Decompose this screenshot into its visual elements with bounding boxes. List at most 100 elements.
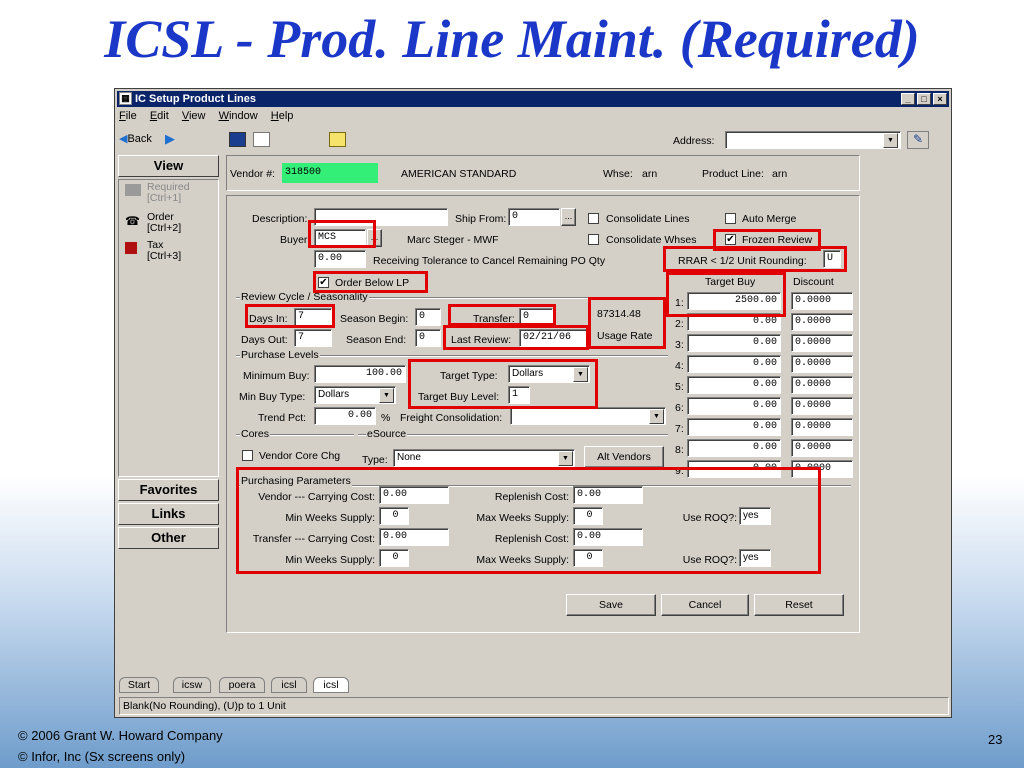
transfer-label: Transfer:	[473, 313, 515, 325]
order-below-lp-checkbox[interactable]: ✔	[318, 277, 329, 288]
target-buy-input[interactable]: 2500.00	[687, 292, 781, 310]
target-buy-input[interactable]: 0.00	[687, 313, 781, 331]
freight-select[interactable]	[510, 407, 666, 425]
tab-poera[interactable]: poera	[219, 677, 265, 693]
address-dropdown-icon[interactable]: ▼	[883, 133, 898, 148]
tab-icsl-2[interactable]: icsl	[313, 677, 349, 693]
shipfrom-input[interactable]: 0	[508, 208, 560, 226]
menu-window[interactable]: Window	[219, 110, 258, 122]
rrar-input[interactable]: U	[823, 250, 841, 268]
buyer-lookup-button[interactable]: ...	[367, 229, 382, 247]
minimize-button[interactable]: _	[901, 93, 915, 105]
close-button[interactable]: ×	[933, 93, 947, 105]
pin-icon[interactable]: ✎	[907, 131, 929, 149]
target-discount-input[interactable]: 0.0000	[791, 439, 853, 457]
tolerance-input[interactable]: 0.00	[314, 250, 366, 268]
target-discount-input[interactable]: 0.0000	[791, 292, 853, 310]
target-discount-input[interactable]: 0.0000	[791, 334, 853, 352]
shipfrom-lookup-button[interactable]: ...	[561, 208, 576, 226]
transfer-replenish-input[interactable]: 0.00	[573, 528, 643, 546]
target-row-label: 3:	[675, 339, 684, 351]
view-button[interactable]: View	[118, 155, 219, 177]
transfer-min-weeks-label: Min Weeks Supply:	[285, 554, 375, 566]
target-discount-input[interactable]: 0.0000	[791, 460, 853, 478]
edit-doc-icon[interactable]	[253, 132, 270, 147]
season-end-input[interactable]: 0	[415, 329, 441, 347]
vendor-use-roq-input[interactable]: yes	[739, 507, 771, 525]
frozen-review-checkbox[interactable]: ✔	[725, 234, 736, 245]
last-review-input[interactable]: 02/21/06	[519, 329, 587, 347]
season-begin-input[interactable]: 0	[415, 308, 441, 326]
links-button[interactable]: Links	[118, 503, 219, 525]
menu-edit[interactable]: Edit	[150, 110, 169, 122]
description-input[interactable]	[314, 208, 448, 226]
forward-arrow-icon[interactable]: ▶	[165, 131, 175, 147]
vendor-core-checkbox[interactable]	[242, 450, 253, 461]
address-label: Address:	[673, 135, 715, 147]
description-label: Description:	[252, 213, 308, 225]
target-discount-input[interactable]: 0.0000	[791, 397, 853, 415]
target-buy-input[interactable]: 0.00	[687, 355, 781, 373]
vendor-number-field[interactable]: 318500	[282, 163, 378, 183]
target-buy-input[interactable]: 0.00	[687, 439, 781, 457]
target-buy-input[interactable]: 0.00	[687, 397, 781, 415]
min-buy-input[interactable]: 100.00	[314, 365, 406, 383]
buyer-input[interactable]: MCS	[314, 229, 366, 247]
vendor-min-weeks-input[interactable]: 0	[379, 507, 409, 525]
page-number: 23	[988, 732, 1003, 747]
menu-file[interactable]: File	[119, 110, 137, 122]
consolidate-whses-checkbox[interactable]	[588, 234, 599, 245]
target-buy-input[interactable]: 0.00	[687, 334, 781, 352]
freight-dropdown-icon[interactable]: ▼	[649, 409, 664, 424]
vendor-max-weeks-input[interactable]: 0	[573, 507, 603, 525]
target-row-label: 8:	[675, 444, 684, 456]
transfer-use-roq-input[interactable]: yes	[739, 549, 771, 567]
target-discount-input[interactable]: 0.0000	[791, 376, 853, 394]
save-button[interactable]: Save	[566, 594, 656, 616]
note-icon[interactable]	[329, 132, 346, 147]
favorites-button[interactable]: Favorites	[118, 479, 219, 501]
target-discount-input[interactable]: 0.0000	[791, 313, 853, 331]
transfer-max-weeks-input[interactable]: 0	[573, 549, 603, 567]
target-discount-input[interactable]: 0.0000	[791, 418, 853, 436]
tab-start[interactable]: Start	[119, 677, 159, 693]
esource-type-dropdown-icon[interactable]: ▼	[558, 451, 573, 466]
target-row-label: 1:	[675, 297, 684, 309]
target-type-dropdown-icon[interactable]: ▼	[573, 367, 588, 382]
target-buy-input[interactable]: 0.00	[687, 418, 781, 436]
target-buy-input[interactable]: 0.00	[687, 460, 781, 478]
vendor-carrying-input[interactable]: 0.00	[379, 486, 449, 504]
alt-vendors-button[interactable]: Alt Vendors	[584, 446, 664, 468]
transfer-input[interactable]: 0	[519, 308, 553, 326]
min-buy-type-dropdown-icon[interactable]: ▼	[379, 388, 394, 403]
transfer-carrying-input[interactable]: 0.00	[379, 528, 449, 546]
target-buy-level-input[interactable]: 1	[508, 386, 530, 404]
days-in-input[interactable]: 7	[294, 308, 332, 326]
maximize-button[interactable]: □	[917, 93, 931, 105]
trend-pct-label: Trend Pct:	[258, 412, 307, 424]
tab-icsl-1[interactable]: icsl	[271, 677, 307, 693]
home-icon[interactable]	[229, 132, 246, 147]
trend-pct-input[interactable]: 0.00	[314, 407, 376, 425]
days-out-input[interactable]: 7	[294, 329, 332, 347]
address-input[interactable]	[725, 131, 901, 149]
tab-icsw[interactable]: icsw	[173, 677, 211, 693]
other-button[interactable]: Other	[118, 527, 219, 549]
reset-button[interactable]: Reset	[754, 594, 844, 616]
menu-help[interactable]: Help	[271, 110, 294, 122]
vendor-replenish-input[interactable]: 0.00	[573, 486, 643, 504]
auto-merge-checkbox[interactable]	[725, 213, 736, 224]
consolidate-lines-checkbox[interactable]	[588, 213, 599, 224]
transfer-min-weeks-input[interactable]: 0	[379, 549, 409, 567]
copyright-2: © Infor, Inc (Sx screens only)	[18, 749, 186, 764]
esource-type-select[interactable]: None	[393, 449, 575, 467]
back-button[interactable]: ◀Back	[119, 132, 152, 145]
sidebar-item-tax[interactable]: Tax [Ctrl+3]	[147, 240, 181, 262]
sidebar-item-required[interactable]: Required [Ctrl+1]	[147, 182, 190, 204]
target-discount-input[interactable]: 0.0000	[791, 355, 853, 373]
menu-view[interactable]: View	[182, 110, 206, 122]
target-row-label: 6:	[675, 402, 684, 414]
sidebar-item-order[interactable]: Order [Ctrl+2]	[147, 212, 181, 234]
target-buy-input[interactable]: 0.00	[687, 376, 781, 394]
cancel-button[interactable]: Cancel	[661, 594, 749, 616]
